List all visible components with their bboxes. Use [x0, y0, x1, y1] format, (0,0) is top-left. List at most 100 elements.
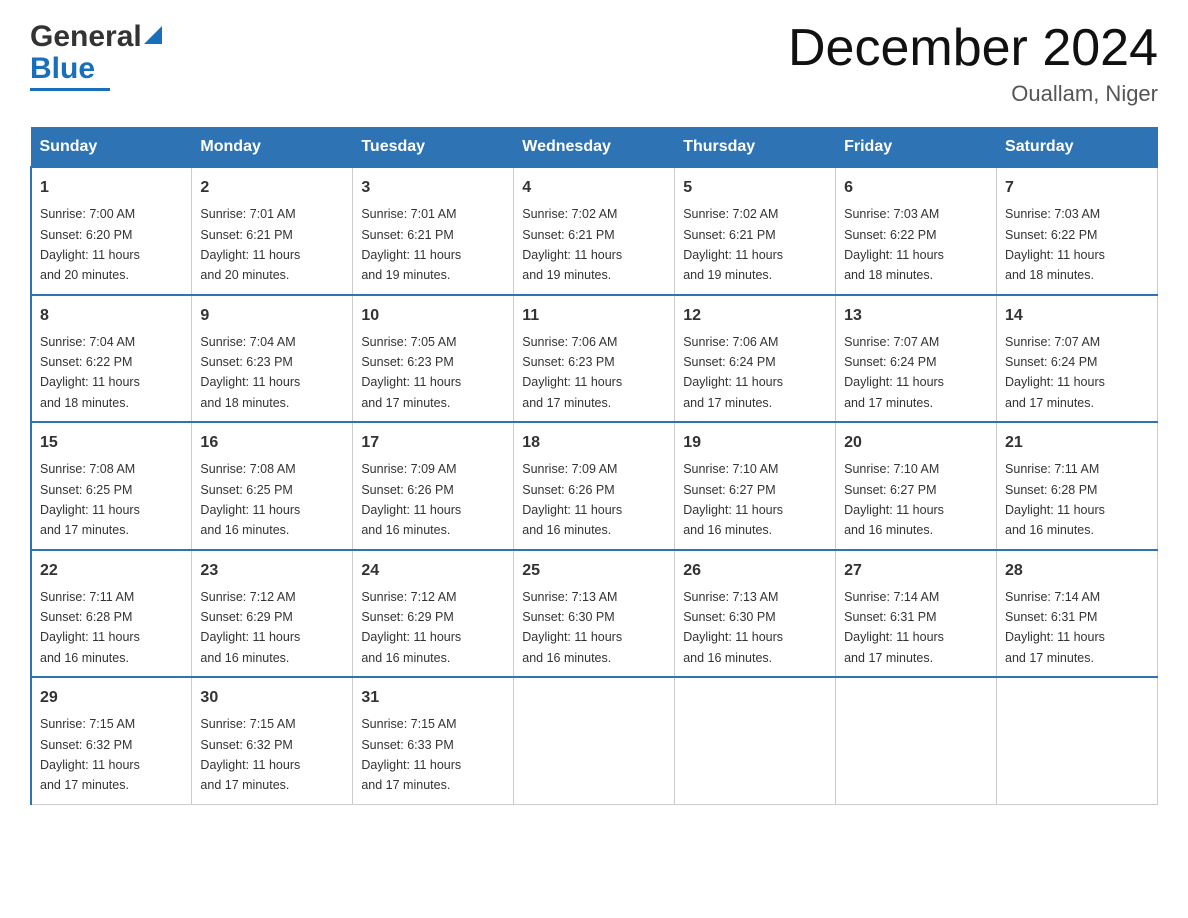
- calendar-cell: 6 Sunrise: 7:03 AMSunset: 6:22 PMDaylight…: [836, 167, 997, 295]
- header-tuesday: Tuesday: [353, 128, 514, 168]
- calendar-cell: 10 Sunrise: 7:05 AMSunset: 6:23 PMDayligh…: [353, 295, 514, 423]
- header-wednesday: Wednesday: [514, 128, 675, 168]
- header-friday: Friday: [836, 128, 997, 168]
- calendar-cell: [675, 677, 836, 804]
- day-number: 12: [683, 304, 827, 328]
- day-number: 5: [683, 176, 827, 200]
- day-info: Sunrise: 7:13 AMSunset: 6:30 PMDaylight:…: [683, 590, 783, 665]
- calendar-cell: [836, 677, 997, 804]
- location: Ouallam, Niger: [788, 81, 1158, 107]
- header-sunday: Sunday: [31, 128, 192, 168]
- day-number: 29: [40, 686, 183, 710]
- calendar-cell: 25Sunrise: 7:13 AMSunset: 6:30 PMDayligh…: [514, 550, 675, 678]
- day-number: 1: [40, 176, 183, 200]
- day-info: Sunrise: 7:10 AMSunset: 6:27 PMDaylight:…: [844, 462, 944, 537]
- day-info: Sunrise: 7:08 AMSunset: 6:25 PMDaylight:…: [200, 462, 300, 537]
- day-info: Sunrise: 7:15 AMSunset: 6:32 PMDaylight:…: [200, 717, 300, 792]
- day-info: Sunrise: 7:01 AMSunset: 6:21 PMDaylight:…: [200, 207, 300, 282]
- day-number: 10: [361, 304, 505, 328]
- calendar-cell: 14 Sunrise: 7:07 AMSunset: 6:24 PMDayligh…: [997, 295, 1158, 423]
- day-info: Sunrise: 7:03 AMSunset: 6:22 PMDaylight:…: [1005, 207, 1105, 282]
- day-info: Sunrise: 7:05 AMSunset: 6:23 PMDaylight:…: [361, 335, 461, 410]
- calendar-cell: 4 Sunrise: 7:02 AMSunset: 6:21 PMDaylight…: [514, 167, 675, 295]
- calendar-cell: 27Sunrise: 7:14 AMSunset: 6:31 PMDayligh…: [836, 550, 997, 678]
- day-info: Sunrise: 7:00 AMSunset: 6:20 PMDaylight:…: [40, 207, 140, 282]
- day-info: Sunrise: 7:04 AMSunset: 6:22 PMDaylight:…: [40, 335, 140, 410]
- day-info: Sunrise: 7:10 AMSunset: 6:27 PMDaylight:…: [683, 462, 783, 537]
- calendar-cell: 22 Sunrise: 7:11 AMSunset: 6:28 PMDayligh…: [31, 550, 192, 678]
- week-row-5: 29 Sunrise: 7:15 AMSunset: 6:32 PMDayligh…: [31, 677, 1158, 804]
- header-thursday: Thursday: [675, 128, 836, 168]
- calendar-cell: 19Sunrise: 7:10 AMSunset: 6:27 PMDayligh…: [675, 422, 836, 550]
- day-number: 23: [200, 559, 344, 583]
- day-info: Sunrise: 7:14 AMSunset: 6:31 PMDaylight:…: [1005, 590, 1105, 665]
- logo-blue-text: Blue: [30, 52, 95, 86]
- calendar-cell: 12 Sunrise: 7:06 AMSunset: 6:24 PMDayligh…: [675, 295, 836, 423]
- day-number: 24: [361, 559, 505, 583]
- calendar-cell: 28 Sunrise: 7:14 AMSunset: 6:31 PMDayligh…: [997, 550, 1158, 678]
- calendar-cell: 13 Sunrise: 7:07 AMSunset: 6:24 PMDayligh…: [836, 295, 997, 423]
- calendar-cell: [997, 677, 1158, 804]
- day-info: Sunrise: 7:06 AMSunset: 6:24 PMDaylight:…: [683, 335, 783, 410]
- day-info: Sunrise: 7:07 AMSunset: 6:24 PMDaylight:…: [844, 335, 944, 410]
- page-header: General Blue December 2024 Ouallam, Nige…: [30, 20, 1158, 107]
- calendar-cell: 5 Sunrise: 7:02 AMSunset: 6:21 PMDaylight…: [675, 167, 836, 295]
- day-number: 6: [844, 176, 988, 200]
- day-number: 30: [200, 686, 344, 710]
- day-number: 20: [844, 431, 988, 455]
- calendar-cell: 17Sunrise: 7:09 AMSunset: 6:26 PMDayligh…: [353, 422, 514, 550]
- calendar-cell: [514, 677, 675, 804]
- day-number: 15: [40, 431, 183, 455]
- day-info: Sunrise: 7:11 AMSunset: 6:28 PMDaylight:…: [1005, 462, 1105, 537]
- calendar-cell: 29 Sunrise: 7:15 AMSunset: 6:32 PMDayligh…: [31, 677, 192, 804]
- month-title: December 2024: [788, 20, 1158, 77]
- calendar-cell: 21 Sunrise: 7:11 AMSunset: 6:28 PMDayligh…: [997, 422, 1158, 550]
- calendar-cell: 16 Sunrise: 7:08 AMSunset: 6:25 PMDayligh…: [192, 422, 353, 550]
- day-number: 27: [844, 559, 988, 583]
- day-number: 25: [522, 559, 666, 583]
- calendar-cell: 24 Sunrise: 7:12 AMSunset: 6:29 PMDayligh…: [353, 550, 514, 678]
- day-info: Sunrise: 7:02 AMSunset: 6:21 PMDaylight:…: [522, 207, 622, 282]
- header-saturday: Saturday: [997, 128, 1158, 168]
- title-area: December 2024 Ouallam, Niger: [788, 20, 1158, 107]
- day-number: 18: [522, 431, 666, 455]
- day-number: 8: [40, 304, 183, 328]
- header-monday: Monday: [192, 128, 353, 168]
- calendar-table: SundayMondayTuesdayWednesdayThursdayFrid…: [30, 127, 1158, 805]
- week-row-3: 15 Sunrise: 7:08 AMSunset: 6:25 PMDayligh…: [31, 422, 1158, 550]
- day-number: 17: [361, 431, 505, 455]
- day-info: Sunrise: 7:15 AMSunset: 6:32 PMDaylight:…: [40, 717, 140, 792]
- day-number: 2: [200, 176, 344, 200]
- logo-triangle-icon: [144, 26, 162, 44]
- calendar-cell: 3Sunrise: 7:01 AMSunset: 6:21 PMDaylight…: [353, 167, 514, 295]
- day-number: 22: [40, 559, 183, 583]
- day-info: Sunrise: 7:08 AMSunset: 6:25 PMDaylight:…: [40, 462, 140, 537]
- calendar-cell: 2 Sunrise: 7:01 AMSunset: 6:21 PMDaylight…: [192, 167, 353, 295]
- day-number: 11: [522, 304, 666, 328]
- day-number: 13: [844, 304, 988, 328]
- day-number: 16: [200, 431, 344, 455]
- day-info: Sunrise: 7:11 AMSunset: 6:28 PMDaylight:…: [40, 590, 140, 665]
- day-number: 4: [522, 176, 666, 200]
- calendar-cell: 11 Sunrise: 7:06 AMSunset: 6:23 PMDayligh…: [514, 295, 675, 423]
- day-number: 21: [1005, 431, 1149, 455]
- logo: General Blue: [30, 20, 162, 91]
- day-info: Sunrise: 7:03 AMSunset: 6:22 PMDaylight:…: [844, 207, 944, 282]
- logo-general-text: General: [30, 20, 142, 54]
- day-info: Sunrise: 7:06 AMSunset: 6:23 PMDaylight:…: [522, 335, 622, 410]
- day-number: 3: [361, 176, 505, 200]
- calendar-cell: 18Sunrise: 7:09 AMSunset: 6:26 PMDayligh…: [514, 422, 675, 550]
- day-info: Sunrise: 7:07 AMSunset: 6:24 PMDaylight:…: [1005, 335, 1105, 410]
- day-number: 14: [1005, 304, 1149, 328]
- week-row-1: 1 Sunrise: 7:00 AMSunset: 6:20 PMDaylight…: [31, 167, 1158, 295]
- calendar-cell: 26Sunrise: 7:13 AMSunset: 6:30 PMDayligh…: [675, 550, 836, 678]
- week-row-4: 22 Sunrise: 7:11 AMSunset: 6:28 PMDayligh…: [31, 550, 1158, 678]
- day-info: Sunrise: 7:04 AMSunset: 6:23 PMDaylight:…: [200, 335, 300, 410]
- day-info: Sunrise: 7:15 AMSunset: 6:33 PMDaylight:…: [361, 717, 461, 792]
- day-info: Sunrise: 7:12 AMSunset: 6:29 PMDaylight:…: [361, 590, 461, 665]
- day-info: Sunrise: 7:12 AMSunset: 6:29 PMDaylight:…: [200, 590, 300, 665]
- calendar-cell: 7Sunrise: 7:03 AMSunset: 6:22 PMDaylight…: [997, 167, 1158, 295]
- day-number: 28: [1005, 559, 1149, 583]
- calendar-cell: 23 Sunrise: 7:12 AMSunset: 6:29 PMDayligh…: [192, 550, 353, 678]
- day-info: Sunrise: 7:02 AMSunset: 6:21 PMDaylight:…: [683, 207, 783, 282]
